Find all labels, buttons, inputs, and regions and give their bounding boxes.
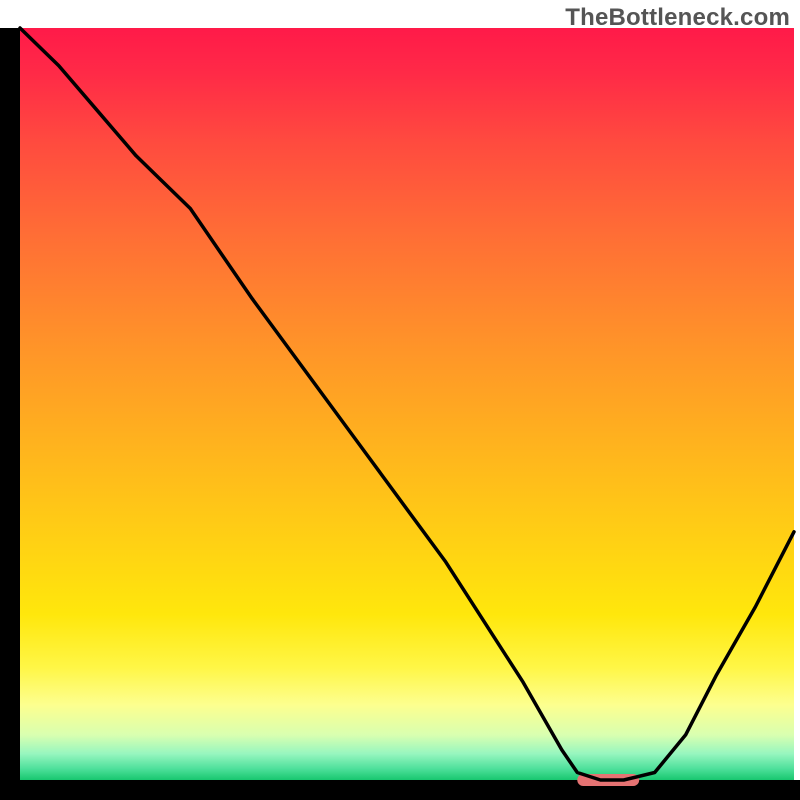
bottleneck-chart: TheBottleneck.com <box>0 0 800 800</box>
watermark-text: TheBottleneck.com <box>565 4 790 32</box>
plot-background <box>20 28 794 780</box>
chart-canvas <box>0 0 800 800</box>
